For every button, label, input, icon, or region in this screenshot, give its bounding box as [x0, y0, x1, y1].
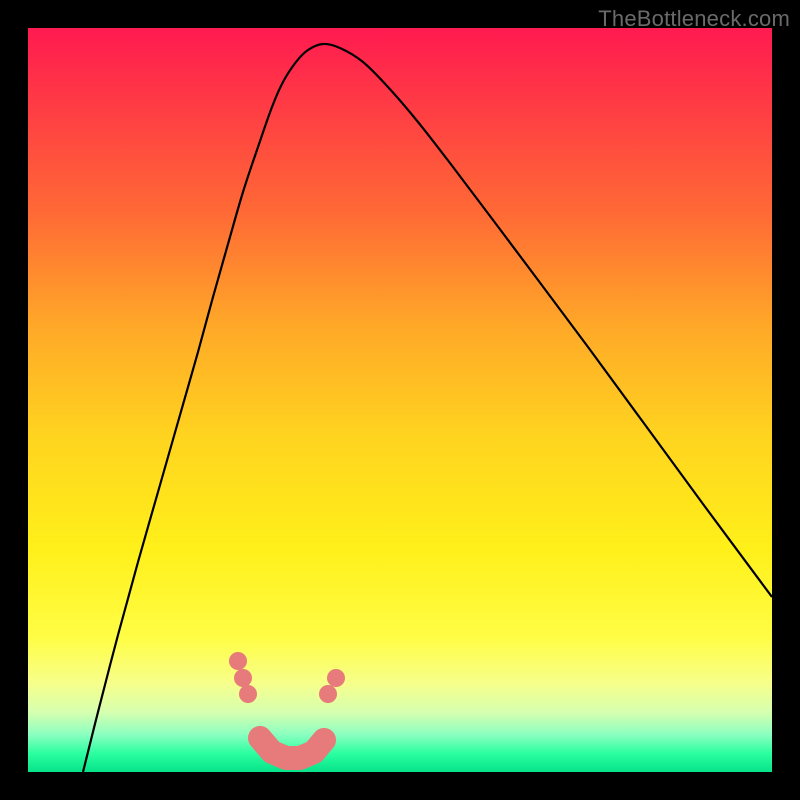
watermark-text: TheBottleneck.com — [598, 6, 790, 32]
curve-dot — [239, 685, 257, 703]
curve-path — [83, 44, 772, 772]
bottleneck-curve — [28, 28, 772, 772]
curve-dot — [229, 652, 247, 670]
curve-dot — [234, 669, 252, 687]
curve-worm — [260, 738, 324, 758]
curve-dot — [327, 669, 345, 687]
curve-dot — [319, 685, 337, 703]
curve-markers — [229, 652, 345, 758]
plot-area — [28, 28, 772, 772]
